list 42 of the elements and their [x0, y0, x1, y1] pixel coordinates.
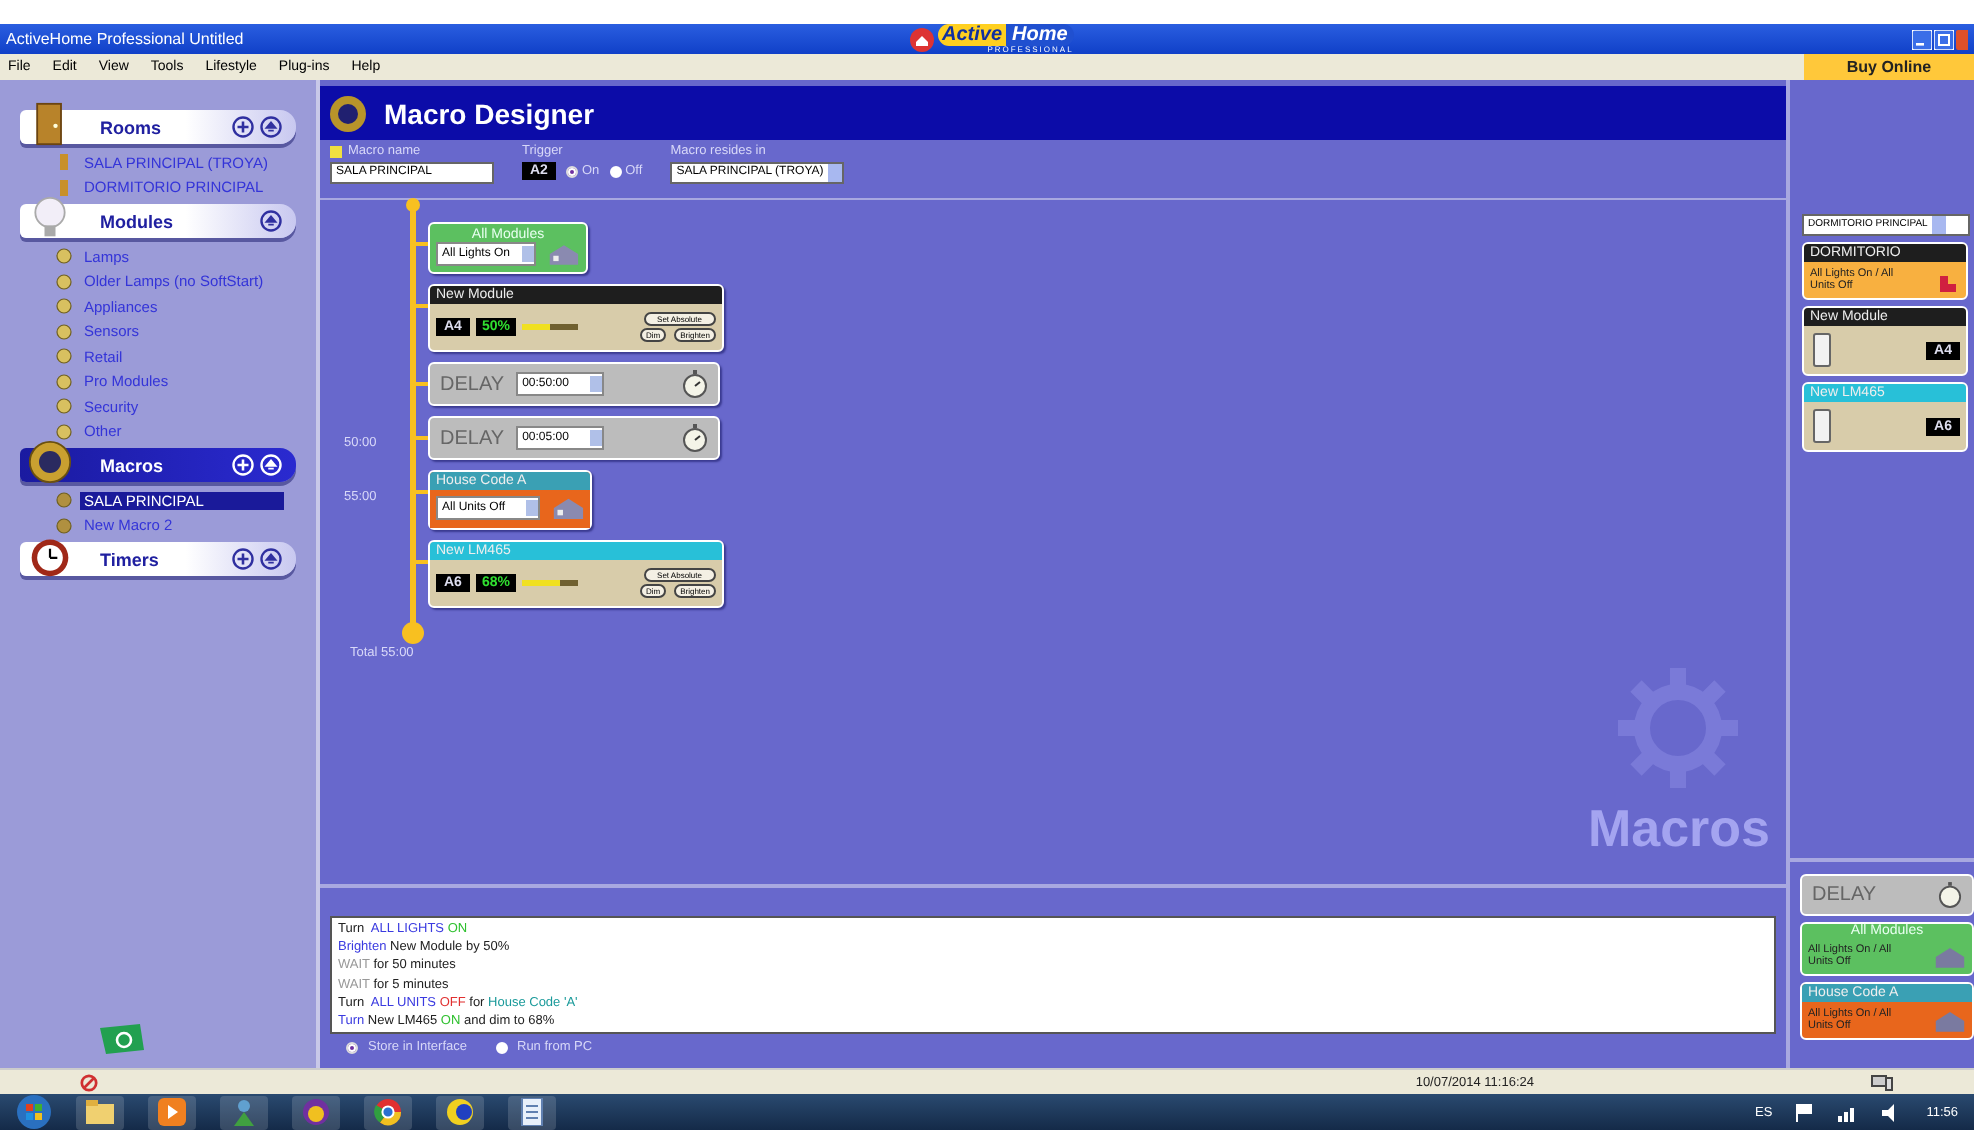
device-icon: [1810, 332, 1834, 368]
smiley-icon[interactable]: [292, 1095, 340, 1129]
house-icon: [551, 496, 584, 520]
signal-icon[interactable]: [1838, 1103, 1859, 1121]
stopwatch-icon: [1938, 882, 1962, 908]
figure-icon[interactable]: [220, 1095, 268, 1129]
play-icon[interactable]: [148, 1095, 196, 1129]
house-icon: [910, 27, 934, 51]
add-icon[interactable]: [232, 116, 254, 138]
level-slider[interactable]: [521, 580, 578, 586]
clock-icon: [28, 534, 72, 578]
house-icon: [1934, 945, 1966, 967]
device-icon: [1810, 408, 1834, 444]
section-header[interactable]: Timers: [20, 542, 296, 576]
house-icon: [1934, 1009, 1966, 1031]
recycle-bin-icon[interactable]: [96, 1020, 148, 1056]
flag-icon[interactable]: [1796, 1103, 1815, 1121]
folder-icon[interactable]: [76, 1095, 124, 1129]
buy-online-button[interactable]: Buy Online: [1804, 54, 1974, 80]
no-entry-icon: [80, 1073, 98, 1091]
add-icon[interactable]: [232, 548, 254, 570]
delay-label: DELAY: [440, 427, 505, 449]
browser-icon[interactable]: [364, 1095, 412, 1129]
collapse-icon[interactable]: [260, 116, 282, 138]
level-slider[interactable]: [521, 324, 578, 330]
delay-label: DELAY: [440, 373, 505, 395]
document-icon[interactable]: [508, 1095, 556, 1129]
collapse-icon[interactable]: [260, 548, 282, 570]
maximize-icon[interactable]: [1934, 29, 1954, 49]
window-title: ActiveHome Professional Untitled: [6, 30, 244, 48]
bulb-icon: [28, 196, 72, 240]
delay-label: DELAY: [1812, 884, 1877, 906]
house-icon: [548, 242, 580, 266]
note-icon: [330, 145, 342, 157]
collapse-icon[interactable]: [260, 210, 282, 232]
designer-title: Macro Designer: [384, 97, 595, 129]
start-button-icon[interactable]: [16, 1094, 52, 1130]
app-icon[interactable]: [436, 1095, 484, 1129]
watermark-text: Macros: [1587, 798, 1770, 860]
minimize-icon[interactable]: [1912, 29, 1932, 49]
stopwatch-icon: [682, 424, 708, 452]
stopwatch-icon: [682, 370, 708, 398]
